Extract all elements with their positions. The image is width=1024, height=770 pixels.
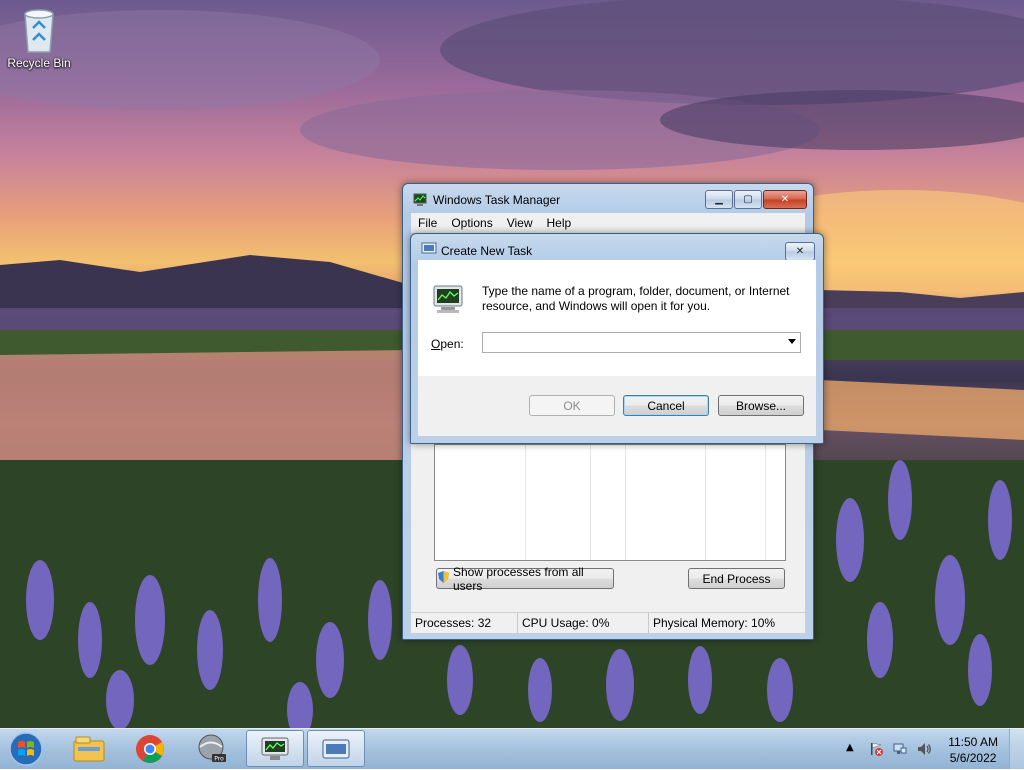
show-all-users-button[interactable]: Show processes from all users xyxy=(436,565,614,593)
taskbar-explorer-button[interactable] xyxy=(60,730,118,767)
cancel-button[interactable]: Cancel xyxy=(623,395,709,416)
close-icon: ✕ xyxy=(780,194,790,205)
network-icon[interactable] xyxy=(892,741,908,760)
maximize-button[interactable]: ▢ xyxy=(734,190,762,209)
recycle-bin-icon xyxy=(19,6,59,54)
shield-icon xyxy=(437,570,450,587)
dialog-content xyxy=(418,260,816,376)
browse-label: Browse... xyxy=(735,398,786,413)
taskbar-google-earth-button[interactable]: Pro xyxy=(183,730,241,767)
taskbar: Pro ▲ 11:50 AM 5/6/2022 xyxy=(0,728,1024,769)
task-manager-app-icon xyxy=(413,193,427,210)
cancel-label: Cancel xyxy=(647,398,685,413)
taskbar-chrome-button[interactable] xyxy=(121,730,179,767)
menu-view[interactable]: View xyxy=(500,216,540,230)
status-cpu: CPU Usage: 0% xyxy=(518,613,649,633)
show-desktop-button[interactable] xyxy=(1009,729,1024,769)
open-combobox[interactable] xyxy=(482,332,801,353)
taskbar-task-manager-button[interactable] xyxy=(246,730,304,767)
close-icon: ✕ xyxy=(795,246,805,257)
status-processes: Processes: 32 xyxy=(411,613,518,633)
volume-icon[interactable] xyxy=(916,741,932,760)
dialog-close-button[interactable]: ✕ xyxy=(785,242,815,261)
create-new-task-dialog[interactable]: Create New Task ✕ Type the name of a pro… xyxy=(410,233,824,444)
menu-help[interactable]: Help xyxy=(540,216,579,230)
dialog-title: Create New Task xyxy=(441,244,533,258)
menu-bar: File Options View Help xyxy=(411,213,805,233)
task-manager-titlebar[interactable]: Windows Task Manager ▁ ▢ ✕ xyxy=(403,184,813,214)
windows-explorer-icon xyxy=(73,736,105,761)
computer-program-icon xyxy=(431,284,465,317)
browse-button[interactable]: Browse... xyxy=(718,395,804,416)
close-button[interactable]: ✕ xyxy=(763,190,807,209)
open-label: Open: xyxy=(431,337,464,351)
run-icon xyxy=(421,242,437,257)
start-button[interactable] xyxy=(6,731,46,767)
desktop-icon-recycle-bin[interactable]: Recycle Bin xyxy=(4,6,74,70)
dialog-description: Type the name of a program, folder, docu… xyxy=(482,284,790,313)
desktop-icon-label: Recycle Bin xyxy=(7,56,71,70)
clock-date: 5/6/2022 xyxy=(949,751,997,765)
windows-logo-icon xyxy=(9,732,43,766)
minimize-icon: ▁ xyxy=(715,194,723,205)
status-bar: Processes: 32 CPU Usage: 0% Physical Mem… xyxy=(411,612,805,633)
google-earth-pro-icon: Pro xyxy=(198,734,226,762)
taskbar-clock[interactable]: 11:50 AM 5/6/2022 xyxy=(948,734,998,766)
chevron-down-icon[interactable] xyxy=(788,339,796,344)
run-dialog-icon xyxy=(322,739,350,758)
ok-button[interactable]: OK xyxy=(529,395,615,416)
chrome-icon xyxy=(136,734,164,763)
task-manager-icon xyxy=(261,737,289,760)
task-manager-title: Windows Task Manager xyxy=(433,193,561,207)
maximize-icon: ▢ xyxy=(743,194,753,205)
menu-file[interactable]: File xyxy=(411,216,444,230)
minimize-button[interactable]: ▁ xyxy=(705,190,733,209)
svg-text:Pro: Pro xyxy=(214,755,224,762)
end-process-button[interactable]: End Process xyxy=(688,568,785,589)
end-process-label: End Process xyxy=(702,571,771,586)
process-list-area[interactable] xyxy=(434,444,786,561)
clock-time: 11:50 AM xyxy=(948,735,998,749)
action-center-flag-icon[interactable] xyxy=(868,741,884,760)
taskbar-run-dialog-button[interactable] xyxy=(307,730,365,767)
ok-label: OK xyxy=(563,398,581,413)
show-all-users-label: Show processes from all users xyxy=(453,564,584,593)
show-hidden-icons-icon[interactable]: ▲ xyxy=(846,742,854,753)
status-memory: Physical Memory: 10% xyxy=(653,616,776,630)
menu-options[interactable]: Options xyxy=(444,216,499,230)
